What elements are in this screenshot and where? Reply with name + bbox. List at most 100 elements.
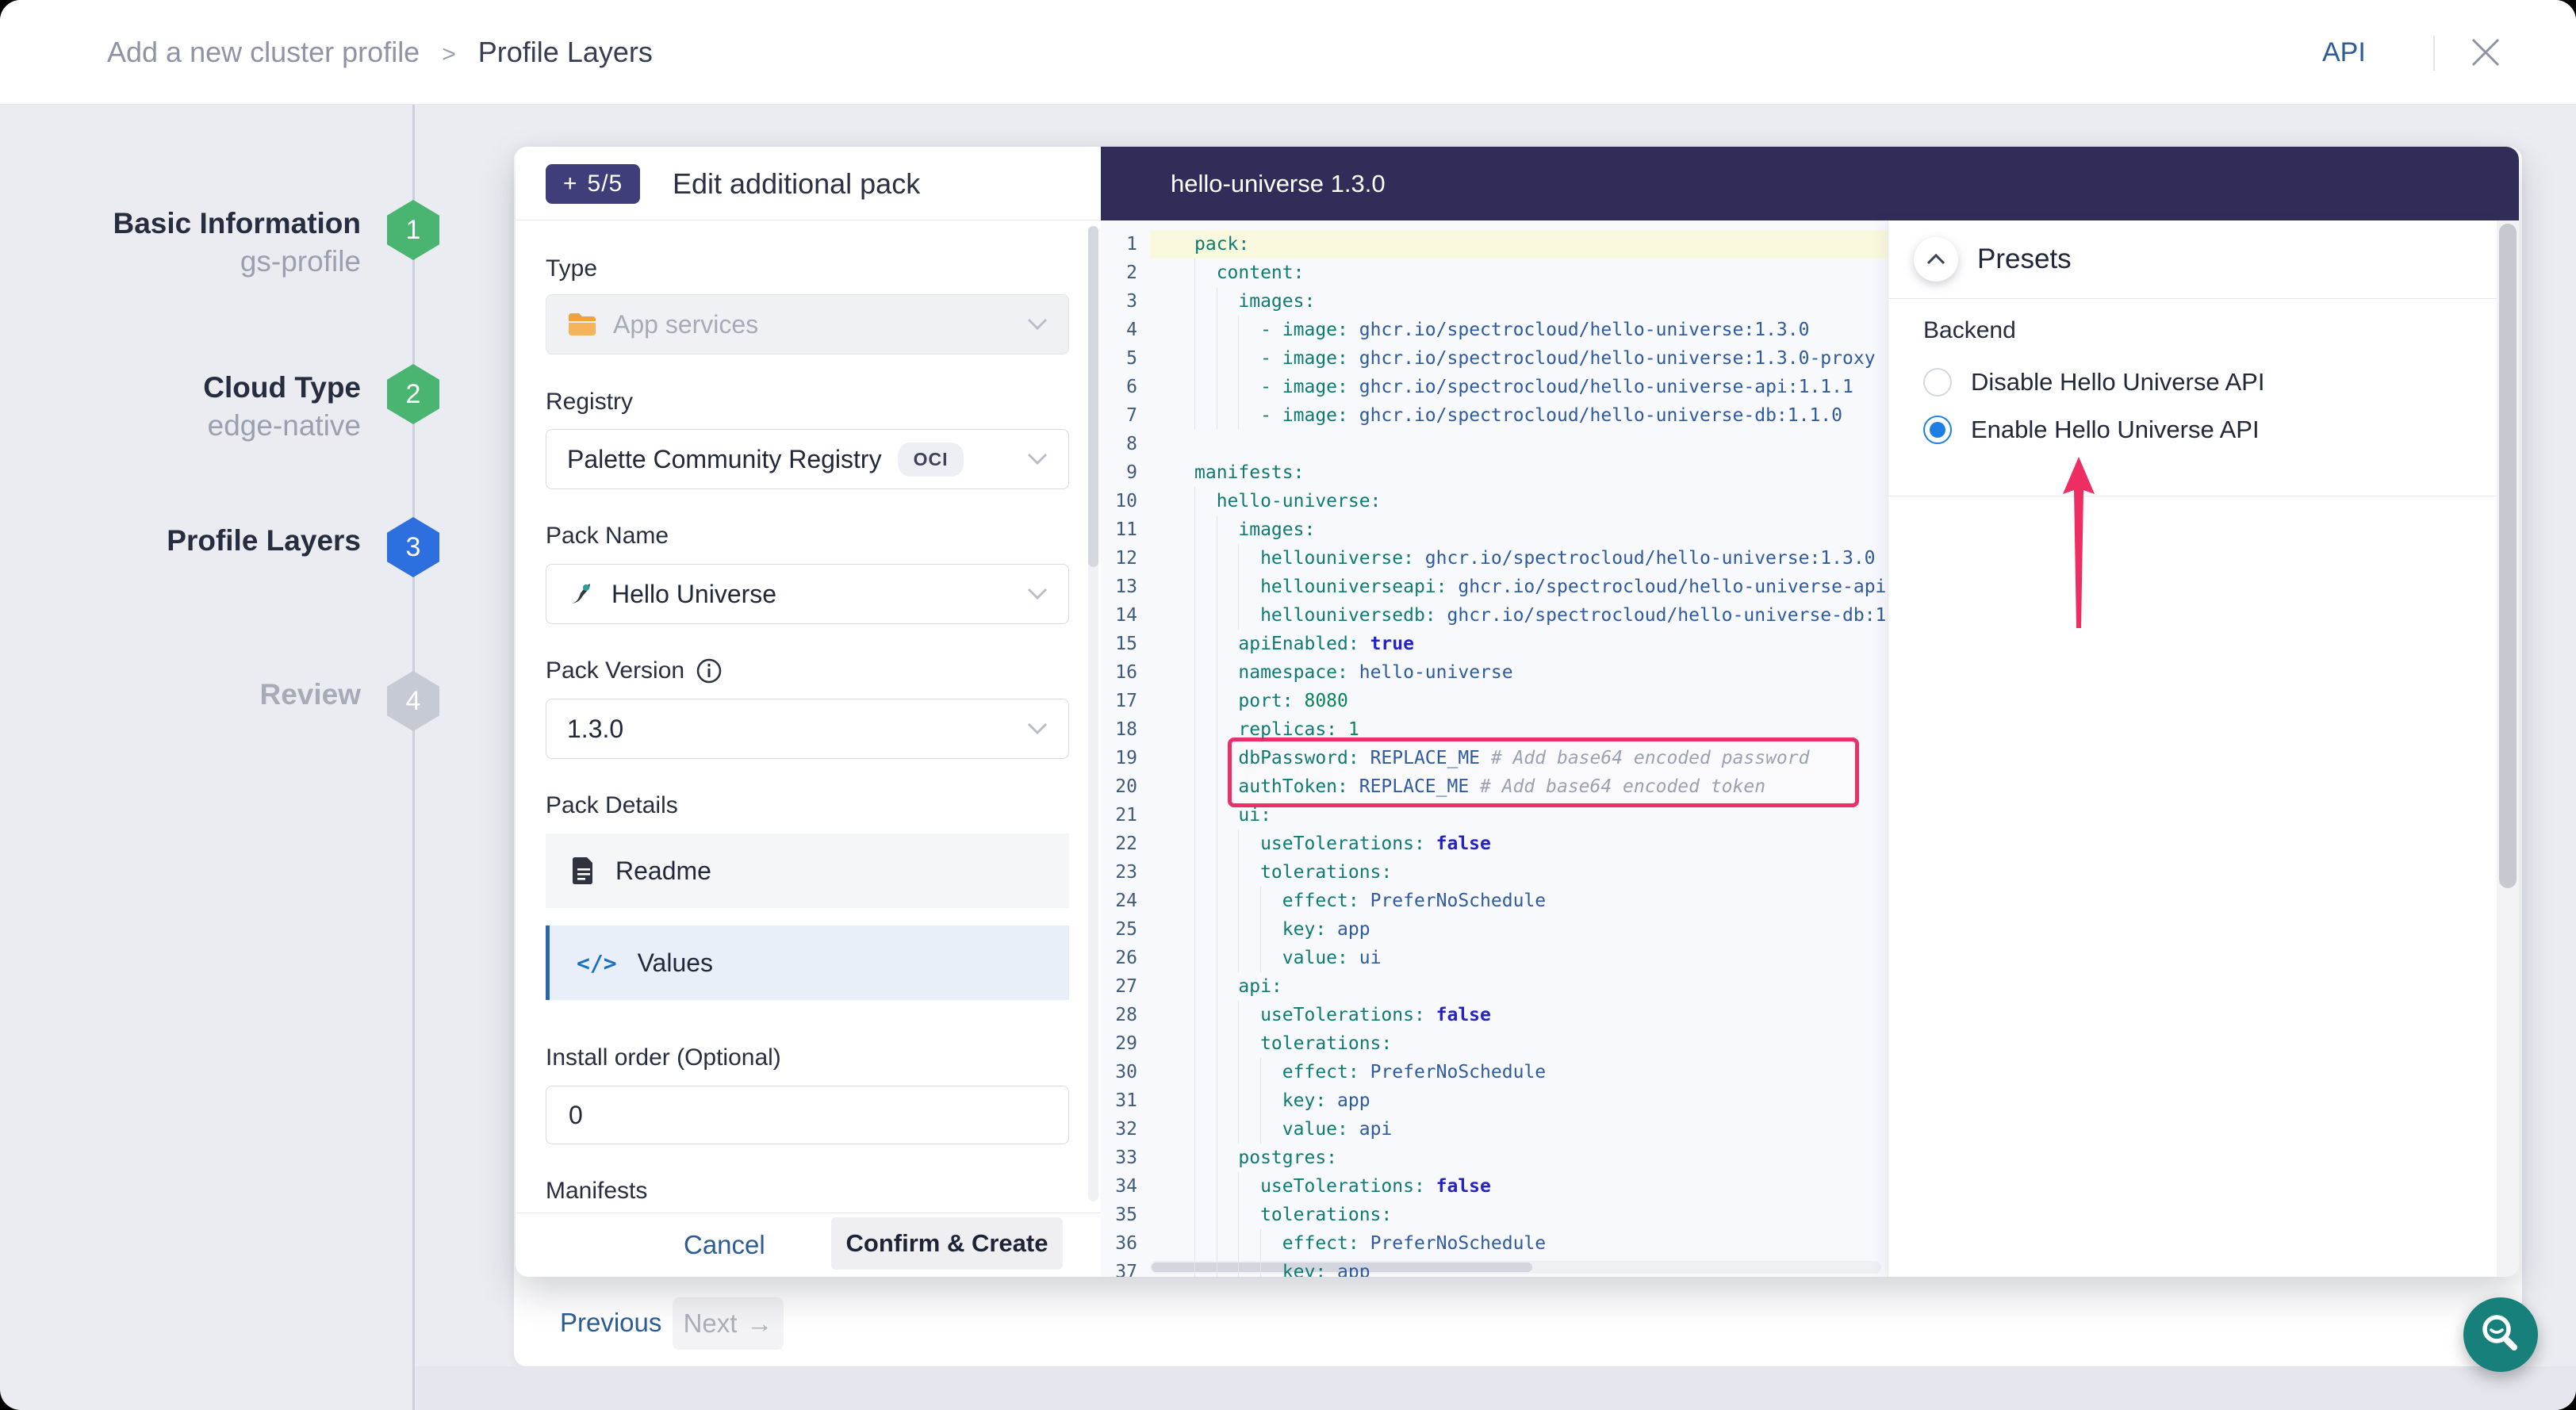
- code-line-1[interactable]: 1pack:: [1101, 230, 1888, 259]
- code-line-6[interactable]: 6 - image: ghcr.io/spectrocloud/hello-un…: [1101, 373, 1888, 401]
- form-footer: Cancel Confirm & Create: [516, 1213, 1101, 1277]
- registry-select[interactable]: Palette Community Registry OCI: [546, 429, 1069, 489]
- line-number: 25: [1101, 915, 1150, 944]
- code-line-19[interactable]: 19 dbPassword: REPLACE_ME # Add base64 e…: [1101, 744, 1888, 772]
- line-number: 32: [1101, 1115, 1150, 1144]
- code-line-17[interactable]: 17 port: 8080: [1101, 687, 1888, 715]
- install-order-input[interactable]: 0: [546, 1086, 1069, 1144]
- code-line-36[interactable]: 36 effect: PreferNoSchedule: [1101, 1229, 1888, 1258]
- code-line-2[interactable]: 2 content:: [1101, 259, 1888, 287]
- previous-button[interactable]: Previous: [560, 1294, 661, 1351]
- code-line-34[interactable]: 34 useTolerations: false: [1101, 1172, 1888, 1201]
- step-number-hexagon: 4: [387, 671, 439, 731]
- code-line-10[interactable]: 10 hello-universe:: [1101, 487, 1888, 515]
- yaml-code-editor[interactable]: 1pack:2 content:3 images:4 - image: ghcr…: [1101, 220, 1888, 1277]
- document-icon: [573, 857, 595, 884]
- code-line-3[interactable]: 3 images:: [1101, 287, 1888, 316]
- info-icon: [696, 657, 723, 684]
- line-number: 8: [1101, 430, 1150, 458]
- code-line-14[interactable]: 14 hellouniversedb: ghcr.io/spectrocloud…: [1101, 601, 1888, 630]
- code-line-4[interactable]: 4 - image: ghcr.io/spectrocloud/hello-un…: [1101, 316, 1888, 344]
- code-line-8[interactable]: 8: [1101, 430, 1888, 458]
- code-line-24[interactable]: 24 effect: PreferNoSchedule: [1101, 887, 1888, 915]
- code-line-35[interactable]: 35 tolerations:: [1101, 1201, 1888, 1229]
- code-line-5[interactable]: 5 - image: ghcr.io/spectrocloud/hello-un…: [1101, 344, 1888, 373]
- chevron-down-icon: [1027, 318, 1048, 331]
- modal-scrollbar[interactable]: [2497, 220, 2519, 1277]
- pack-version-select[interactable]: 1.3.0: [546, 699, 1069, 759]
- pack-details-readme-tab[interactable]: Readme: [546, 833, 1069, 908]
- breadcrumb-separator: >: [442, 41, 456, 67]
- code-line-12[interactable]: 12 hellouniverse: ghcr.io/spectrocloud/h…: [1101, 544, 1888, 573]
- code-line-37[interactable]: 37 key: app: [1101, 1258, 1888, 1277]
- line-number: 26: [1101, 944, 1150, 972]
- code-line-33[interactable]: 33 postgres:: [1101, 1144, 1888, 1172]
- form-header: + 5/5 Edit additional pack: [516, 147, 1101, 220]
- code-line-26[interactable]: 26 value: ui: [1101, 944, 1888, 972]
- code-line-13[interactable]: 13 hellouniverseapi: ghcr.io/spectroclou…: [1101, 573, 1888, 601]
- chevron-down-icon: [1027, 453, 1048, 466]
- step-number-hexagon: 1: [387, 200, 439, 260]
- line-number: 17: [1101, 687, 1150, 715]
- code-line-20[interactable]: 20 authToken: REPLACE_ME # Add base64 en…: [1101, 772, 1888, 801]
- api-link[interactable]: API: [2322, 0, 2366, 105]
- oci-badge: OCI: [898, 443, 964, 477]
- step-title: Profile Layers: [28, 522, 361, 560]
- page-title: Profile Layers: [478, 36, 653, 68]
- stepper-line: [412, 105, 415, 1410]
- presets-panel: Presets Backend Disable Hello Universe A…: [1888, 220, 2497, 1277]
- hello-universe-pack-icon: [567, 580, 596, 608]
- radio-icon: [1923, 416, 1952, 444]
- code-line-9[interactable]: 9manifests:: [1101, 458, 1888, 487]
- manifests-label: Manifests: [546, 1178, 647, 1205]
- code-line-32[interactable]: 32 value: api: [1101, 1115, 1888, 1144]
- help-search-fab[interactable]: [2463, 1297, 2538, 1372]
- code-line-11[interactable]: 11 images:: [1101, 515, 1888, 544]
- confirm-create-button[interactable]: Confirm & Create: [831, 1217, 1063, 1270]
- code-line-23[interactable]: 23 tolerations:: [1101, 858, 1888, 887]
- folder-icon: [567, 312, 597, 337]
- code-line-15[interactable]: 15 apiEnabled: true: [1101, 630, 1888, 658]
- code-line-30[interactable]: 30 effect: PreferNoSchedule: [1101, 1058, 1888, 1086]
- line-number: 29: [1101, 1029, 1150, 1058]
- preset-radio-disable-hello-universe-api[interactable]: Disable Hello Universe API: [1923, 365, 2264, 400]
- type-value: App services: [613, 310, 758, 339]
- line-number: 7: [1101, 401, 1150, 430]
- registry-label: Registry: [546, 389, 633, 416]
- pack-name-select[interactable]: Hello Universe: [546, 564, 1069, 624]
- next-button[interactable]: Next →: [673, 1297, 784, 1350]
- step-subtitle: edge-native: [28, 407, 361, 445]
- breadcrumb-parent-link[interactable]: Add a new cluster profile: [107, 36, 420, 68]
- editor-pack-title: hello-universe 1.3.0: [1171, 147, 1386, 220]
- step-title: Basic Information: [28, 205, 361, 243]
- line-number: 10: [1101, 487, 1150, 515]
- collapse-presets-button[interactable]: [1914, 237, 1958, 282]
- page-footer-band: [416, 1366, 2576, 1410]
- code-line-16[interactable]: 16 namespace: hello-universe: [1101, 658, 1888, 687]
- pack-details-values-tab[interactable]: </> Values: [546, 925, 1069, 1000]
- line-number: 23: [1101, 858, 1150, 887]
- code-line-31[interactable]: 31 key: app: [1101, 1086, 1888, 1115]
- type-select[interactable]: App services: [546, 294, 1069, 354]
- pack-details-label: Pack Details: [546, 792, 678, 819]
- line-number: 22: [1101, 830, 1150, 858]
- code-line-29[interactable]: 29 tolerations:: [1101, 1029, 1888, 1058]
- cancel-button[interactable]: Cancel: [684, 1223, 765, 1267]
- code-line-27[interactable]: 27 api:: [1101, 972, 1888, 1001]
- code-line-25[interactable]: 25 key: app: [1101, 915, 1888, 944]
- next-arrow-icon: →: [746, 1308, 772, 1339]
- code-icon: </>: [577, 950, 617, 976]
- code-line-18[interactable]: 18 replicas: 1: [1101, 715, 1888, 744]
- form-scrollbar[interactable]: [1088, 226, 1098, 1201]
- code-line-7[interactable]: 7 - image: ghcr.io/spectrocloud/hello-un…: [1101, 401, 1888, 430]
- code-line-28[interactable]: 28 useTolerations: false: [1101, 1001, 1888, 1029]
- close-wizard-icon[interactable]: [2465, 32, 2506, 73]
- step-title: Review: [28, 676, 361, 714]
- preset-option-label: Enable Hello Universe API: [1971, 416, 2260, 444]
- form-scrollbar-thumb[interactable]: [1088, 226, 1098, 567]
- code-line-22[interactable]: 22 useTolerations: false: [1101, 830, 1888, 858]
- preset-radio-enable-hello-universe-api[interactable]: Enable Hello Universe API: [1923, 412, 2260, 447]
- code-line-21[interactable]: 21 ui:: [1101, 801, 1888, 830]
- line-number: 11: [1101, 515, 1150, 544]
- modal-scrollbar-thumb[interactable]: [2499, 224, 2517, 888]
